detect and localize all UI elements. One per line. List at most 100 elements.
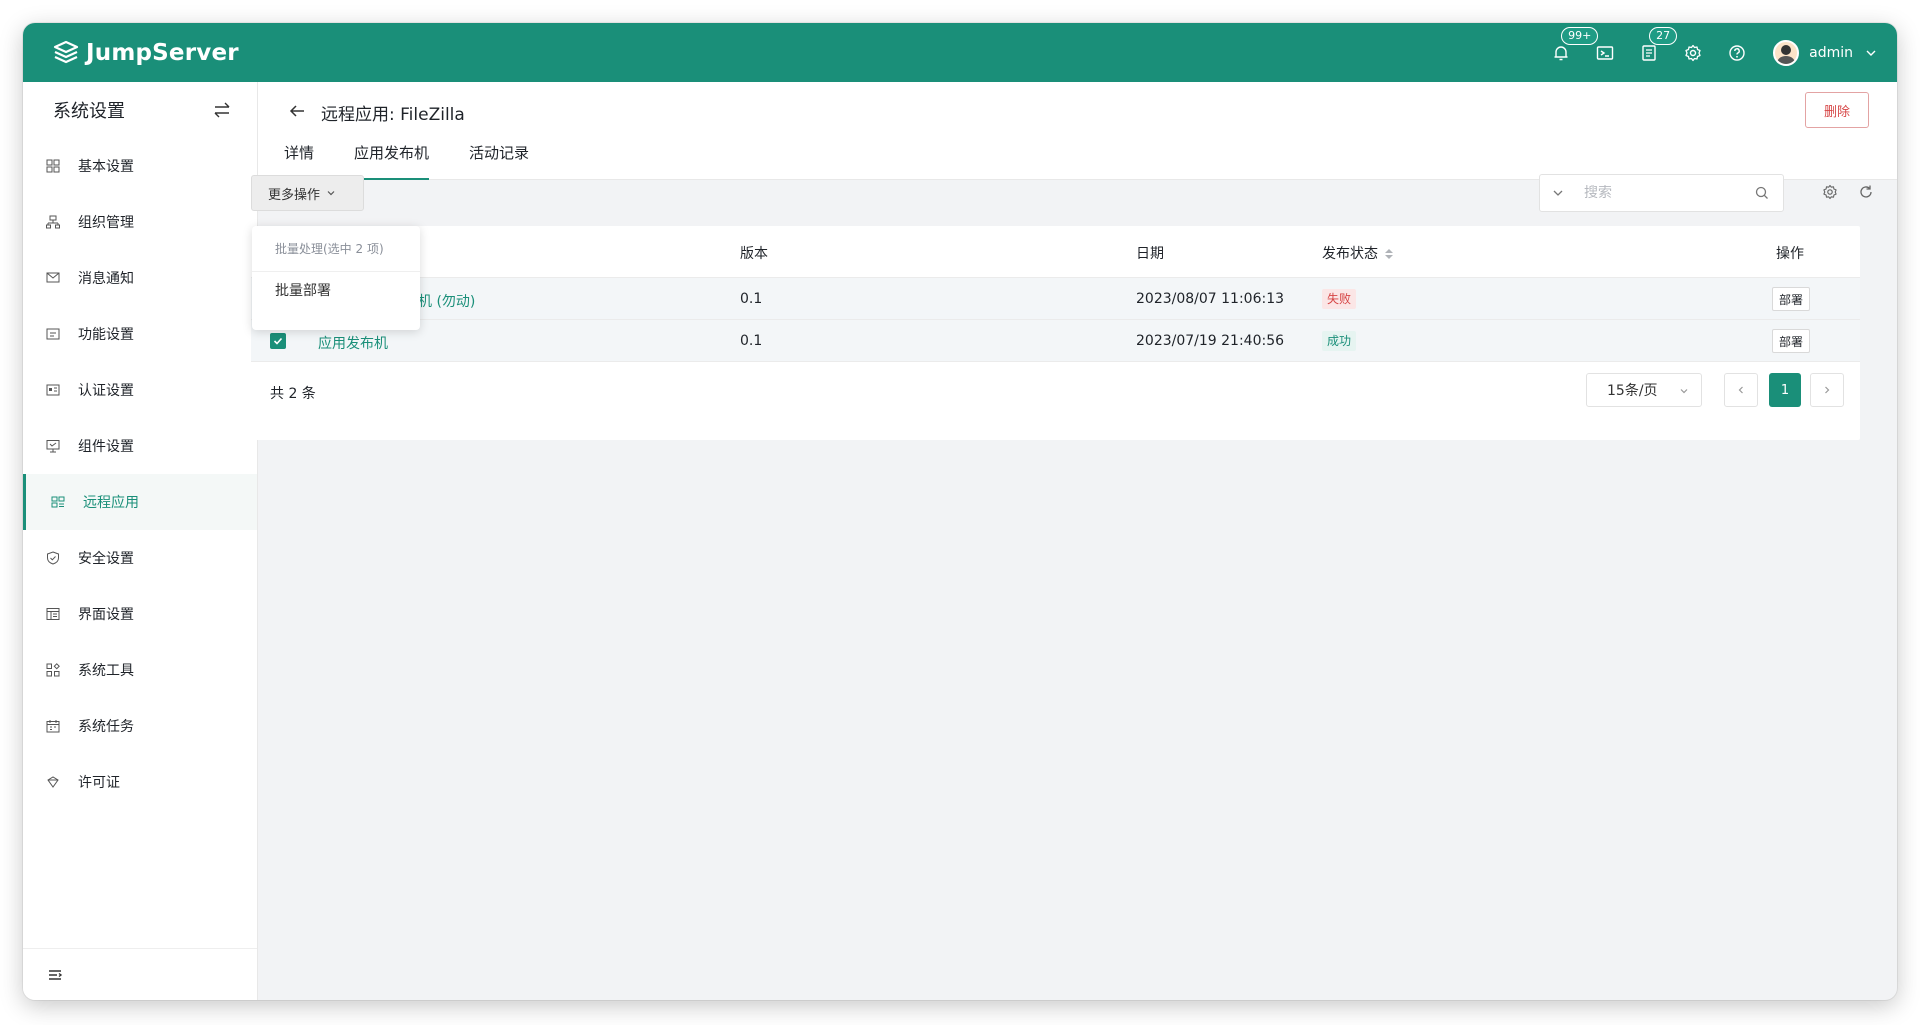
search-input[interactable] (1584, 185, 1744, 201)
sidebar-item-interface[interactable]: 界面设置 (23, 586, 257, 642)
search-box[interactable] (1539, 174, 1784, 212)
version-cell: 0.1 (740, 291, 763, 307)
layout-icon (46, 608, 60, 620)
host-name-link[interactable]: 机 (勿动) (418, 291, 475, 311)
web-terminal-button[interactable] (1583, 23, 1627, 82)
shield-icon (47, 551, 59, 565)
settings-icon (1685, 44, 1701, 61)
app-icon (51, 496, 65, 508)
chevron-left-icon (1738, 386, 1743, 394)
status-badge: 成功 (1322, 331, 1357, 351)
back-arrow-icon[interactable] (288, 102, 306, 120)
table-row: 应用发布机 0.1 2023/07/19 21:40:56 成功 部署 (251, 320, 1860, 362)
sidebar-item-basic[interactable]: 基本设置 (23, 138, 257, 194)
logo[interactable]: JumpServer (52, 39, 239, 67)
sidebar: 系统设置 基本设置 组织管理 消息通知 功能设置 认证设置 组件设置 远程应用 … (23, 82, 258, 1000)
grid-icon (46, 159, 60, 173)
sidebar-item-label: 安全设置 (78, 551, 134, 567)
chevron-down-icon (327, 191, 335, 196)
chevron-down-icon (1866, 50, 1876, 56)
next-page-button[interactable] (1810, 373, 1844, 407)
sidebar-footer (23, 948, 257, 1000)
table-header: 版本 日期 发布状态 操作 (251, 226, 1860, 278)
page-size-select[interactable]: 15条/页 (1586, 373, 1702, 407)
top-bar: JumpServer 99+ 27 admin (23, 23, 1897, 82)
chevron-right-icon (1825, 386, 1830, 394)
sidebar-item-label: 基本设置 (78, 159, 134, 175)
page-title: 远程应用: FileZilla (321, 105, 465, 125)
top-right-actions: 99+ 27 admin (1539, 23, 1877, 82)
sidebar-item-label: 功能设置 (78, 327, 134, 343)
check-icon (273, 337, 283, 345)
license-icon (47, 776, 59, 788)
column-header-version[interactable]: 版本 (740, 243, 768, 263)
sidebar-item-label: 消息通知 (78, 271, 134, 287)
user-menu[interactable]: admin (1773, 39, 1877, 66)
sidebar-title: 系统设置 (53, 101, 125, 122)
tab-activity[interactable]: 活动记录 (469, 142, 529, 180)
collapse-menu-icon[interactable] (47, 967, 63, 983)
sort-icon[interactable] (1384, 248, 1394, 260)
calendar-icon (46, 720, 60, 733)
page-number-current[interactable]: 1 (1769, 373, 1801, 407)
tickets-icon (1642, 44, 1656, 61)
switch-view-icon[interactable] (213, 101, 231, 119)
refresh-icon[interactable] (1858, 184, 1874, 200)
settings-button[interactable] (1671, 23, 1715, 82)
sidebar-header: 系统设置 (23, 82, 257, 138)
monitor-icon (46, 440, 60, 453)
feature-icon (46, 328, 60, 340)
logo-text: JumpServer (86, 39, 239, 66)
avatar (1773, 39, 1800, 66)
sidebar-item-license[interactable]: 许可证 (23, 754, 257, 810)
deploy-button[interactable]: 部署 (1772, 329, 1810, 353)
sidebar-item-remote-apps[interactable]: 远程应用 (23, 474, 257, 530)
page-size-value: 15条/页 (1607, 383, 1658, 399)
app-window: JumpServer 99+ 27 admin 系统设置 基本设置 组织管理 消… (23, 23, 1897, 1000)
column-header-date[interactable]: 日期 (1136, 243, 1164, 263)
help-button[interactable] (1715, 23, 1759, 82)
prev-page-button[interactable] (1724, 373, 1758, 407)
sidebar-item-label: 远程应用 (83, 495, 139, 511)
tab-applets-hosts[interactable]: 应用发布机 (354, 142, 430, 180)
column-header-status[interactable]: 发布状态 (1322, 243, 1394, 263)
host-name-link[interactable]: 应用发布机 (318, 333, 388, 353)
column-header-actions: 操作 (1776, 246, 1804, 262)
sidebar-item-features[interactable]: 功能设置 (23, 306, 257, 362)
table-card: 版本 日期 发布状态 操作 机 (勿动) 0.1 2023/08/07 11:0… (251, 226, 1860, 440)
sidebar-item-tasks[interactable]: 系统任务 (23, 698, 257, 754)
sidebar-item-messages[interactable]: 消息通知 (23, 250, 257, 306)
tickets-button[interactable]: 27 (1627, 23, 1678, 82)
sidebar-item-org[interactable]: 组织管理 (23, 194, 257, 250)
message-icon (46, 272, 60, 283)
sidebar-item-label: 认证设置 (78, 383, 134, 399)
sidebar-menu: 基本设置 组织管理 消息通知 功能设置 认证设置 组件设置 远程应用 安全设置 … (23, 138, 257, 810)
row-checkbox[interactable] (270, 333, 286, 349)
tools-icon (46, 663, 60, 677)
help-icon (1729, 44, 1745, 61)
id-card-icon (46, 384, 60, 396)
sidebar-item-tools[interactable]: 系统工具 (23, 642, 257, 698)
more-actions-button[interactable]: 更多操作 (251, 175, 364, 211)
sidebar-item-label: 系统任务 (78, 719, 134, 735)
sidebar-item-components[interactable]: 组件设置 (23, 418, 257, 474)
table-settings-icon[interactable] (1822, 184, 1838, 200)
content-header: 远程应用: FileZilla 删除 详情 应用发布机 活动记录 (258, 82, 1897, 180)
column-header-status-label: 发布状态 (1322, 246, 1378, 262)
sidebar-item-auth[interactable]: 认证设置 (23, 362, 257, 418)
search-icon[interactable] (1755, 186, 1769, 200)
sidebar-item-security[interactable]: 安全设置 (23, 530, 257, 586)
delete-button[interactable]: 删除 (1805, 92, 1869, 128)
date-cell: 2023/07/19 21:40:56 (1136, 333, 1285, 349)
chevron-down-icon[interactable] (1552, 187, 1564, 199)
user-name: admin (1809, 44, 1853, 61)
total-count: 共 2 条 (270, 386, 316, 402)
batch-deploy-item[interactable]: 批量部署 (252, 272, 420, 308)
sidebar-item-label: 界面设置 (78, 607, 134, 623)
deploy-button[interactable]: 部署 (1772, 287, 1810, 311)
notifications-button[interactable]: 99+ (1539, 23, 1599, 82)
sidebar-item-label: 许可证 (78, 775, 120, 791)
sidebar-item-label: 组织管理 (78, 215, 134, 231)
org-icon (46, 215, 60, 229)
date-cell: 2023/08/07 11:06:13 (1136, 291, 1285, 307)
